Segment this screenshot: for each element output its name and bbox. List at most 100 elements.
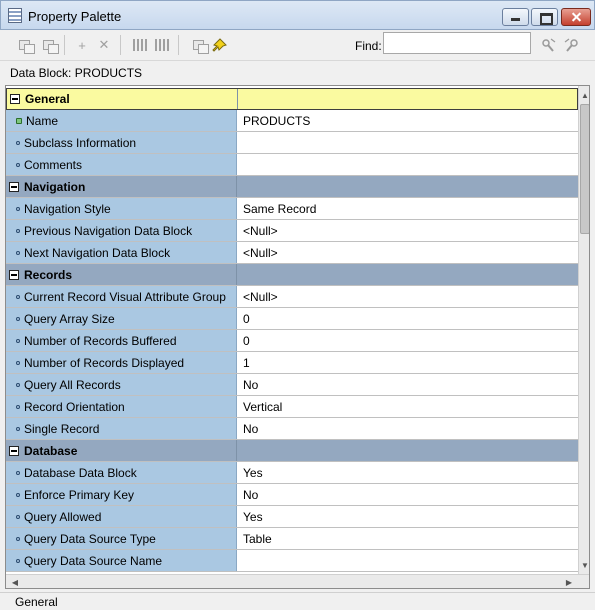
property-name: Single Record xyxy=(24,421,100,436)
property-bullet-icon xyxy=(16,162,20,167)
property-name: Navigation Style xyxy=(24,201,111,216)
property-value[interactable]: 1 xyxy=(237,352,578,373)
property-row[interactable]: Query All Records No xyxy=(6,374,578,396)
property-row[interactable]: Number of Records Buffered 0 xyxy=(6,330,578,352)
property-name: Query Data Source Type xyxy=(24,531,156,546)
property-value[interactable]: 0 xyxy=(237,330,578,351)
data-block-label: Data Block: PRODUCTS xyxy=(10,66,143,80)
scroll-left-icon[interactable]: ◀ xyxy=(8,575,22,588)
property-row[interactable]: Navigation Style Same Record xyxy=(6,198,578,220)
pin-icon[interactable] xyxy=(210,36,230,54)
property-bullet-icon xyxy=(16,360,20,365)
property-bullet-icon xyxy=(16,404,20,409)
inherit-icon[interactable] xyxy=(188,36,209,54)
property-name: Number of Records Displayed xyxy=(24,355,185,370)
property-value[interactable] xyxy=(237,132,578,153)
collapse-icon[interactable] xyxy=(9,445,19,456)
property-value[interactable]: Yes xyxy=(237,506,578,527)
title-bar: Property Palette xyxy=(0,0,595,30)
property-name: Query All Records xyxy=(24,377,121,392)
vertical-scrollbar[interactable]: ▲ ▼ xyxy=(578,86,589,574)
app-icon xyxy=(8,8,22,23)
property-row[interactable]: Name PRODUCTS xyxy=(6,110,578,132)
property-name: Query Data Source Name xyxy=(24,553,163,568)
scroll-down-icon[interactable]: ▼ xyxy=(579,558,589,572)
property-row[interactable]: Record Orientation Vertical xyxy=(6,396,578,418)
property-value[interactable]: <Null> xyxy=(237,220,578,241)
property-row[interactable]: Query Data Source Type Table xyxy=(6,528,578,550)
property-name: Subclass Information xyxy=(24,135,137,150)
property-row[interactable]: Subclass Information xyxy=(6,132,578,154)
find-input[interactable] xyxy=(383,32,531,54)
property-bullet-icon xyxy=(16,426,20,431)
property-value[interactable] xyxy=(237,550,578,571)
property-row[interactable]: Query Data Source Name xyxy=(6,550,578,572)
property-bullet-icon xyxy=(16,470,20,475)
property-name: Database Data Block xyxy=(24,465,137,480)
property-value[interactable]: <Null> xyxy=(237,286,578,307)
property-row[interactable]: Next Navigation Data Block <Null> xyxy=(6,242,578,264)
union-icon[interactable] xyxy=(130,36,150,54)
property-row[interactable]: Single Record No xyxy=(6,418,578,440)
group-header-records[interactable]: Records xyxy=(6,264,578,286)
property-value[interactable]: Table xyxy=(237,528,578,549)
property-name: Current Record Visual Attribute Group xyxy=(24,289,226,304)
group-header-general[interactable]: General xyxy=(6,88,578,110)
group-label: General xyxy=(25,92,70,106)
property-bullet-icon xyxy=(16,206,20,211)
property-row[interactable]: Comments xyxy=(6,154,578,176)
property-row[interactable]: Query Array Size 0 xyxy=(6,308,578,330)
minimize-button[interactable] xyxy=(502,8,529,26)
property-name: Comments xyxy=(24,157,83,172)
toolbar-separator xyxy=(120,35,121,55)
intersection-icon[interactable] xyxy=(152,36,172,54)
property-value[interactable]: <Null> xyxy=(237,242,578,263)
maximize-button[interactable] xyxy=(531,8,558,26)
property-row[interactable]: Database Data Block Yes xyxy=(6,462,578,484)
property-value[interactable]: PRODUCTS xyxy=(237,110,578,131)
scroll-right-icon[interactable]: ▶ xyxy=(562,575,576,588)
property-name: Name xyxy=(26,113,59,128)
property-name: Enforce Primary Key xyxy=(24,487,135,502)
property-value[interactable]: No xyxy=(237,418,578,439)
find-previous-icon[interactable] xyxy=(538,36,558,54)
window-title: Property Palette xyxy=(28,9,122,24)
property-value[interactable]: Yes xyxy=(237,462,578,483)
copy-properties-icon[interactable] xyxy=(14,36,35,54)
property-value[interactable]: Vertical xyxy=(237,396,578,417)
property-value[interactable]: No xyxy=(237,484,578,505)
paste-properties-icon[interactable] xyxy=(38,36,59,54)
find-next-icon[interactable] xyxy=(562,36,582,54)
property-value[interactable] xyxy=(237,154,578,175)
status-text: General xyxy=(15,594,58,609)
toolbar-separator xyxy=(178,35,179,55)
property-row[interactable]: Current Record Visual Attribute Group <N… xyxy=(6,286,578,308)
delete-icon[interactable]: ✕ xyxy=(94,36,114,54)
scroll-up-icon[interactable]: ▲ xyxy=(579,88,589,102)
property-value[interactable]: No xyxy=(237,374,578,395)
property-bullet-icon xyxy=(16,228,20,233)
property-name: Query Array Size xyxy=(24,311,115,326)
group-label: Records xyxy=(24,267,73,282)
collapse-icon[interactable] xyxy=(10,94,20,104)
horizontal-scrollbar[interactable]: ◀ ▶ xyxy=(6,574,589,588)
property-row[interactable]: Query Allowed Yes xyxy=(6,506,578,528)
status-bar: General xyxy=(0,592,595,610)
property-row[interactable]: Enforce Primary Key No xyxy=(6,484,578,506)
add-icon[interactable]: + xyxy=(72,36,92,54)
collapse-icon[interactable] xyxy=(9,269,19,280)
property-value[interactable]: Same Record xyxy=(237,198,578,219)
close-button[interactable] xyxy=(561,8,591,26)
property-bullet-icon xyxy=(16,558,20,563)
property-bullet-icon xyxy=(16,536,20,541)
group-header-navigation[interactable]: Navigation xyxy=(6,176,578,198)
property-grid: General Name PRODUCTS Subclass Informati… xyxy=(5,85,590,589)
property-value[interactable]: 0 xyxy=(237,308,578,329)
property-row[interactable]: Previous Navigation Data Block <Null> xyxy=(6,220,578,242)
collapse-icon[interactable] xyxy=(9,181,19,192)
property-row[interactable]: Number of Records Displayed 1 xyxy=(6,352,578,374)
group-header-database[interactable]: Database xyxy=(6,440,578,462)
property-bullet-icon xyxy=(16,316,20,321)
scroll-thumb[interactable] xyxy=(580,104,589,234)
property-name: Number of Records Buffered xyxy=(24,333,177,348)
